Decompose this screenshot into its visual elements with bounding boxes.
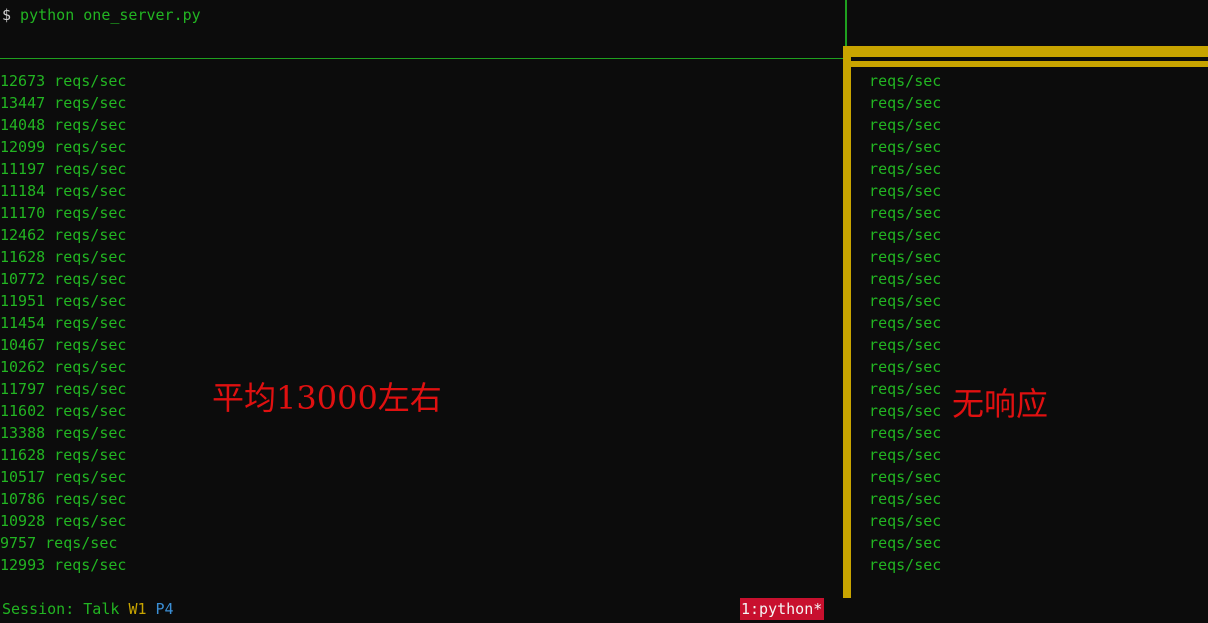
prompt-symbol: $ bbox=[2, 6, 12, 24]
left-annotation: 平均13000左右 bbox=[212, 379, 442, 417]
output-line: 0 reqs/sec bbox=[860, 468, 942, 486]
output-line: 0 reqs/sec bbox=[860, 270, 942, 288]
output-line: 13388 reqs/sec bbox=[0, 424, 127, 442]
output-line: 11951 reqs/sec bbox=[0, 292, 127, 310]
output-line: 0 reqs/sec bbox=[860, 226, 942, 244]
output-line: 11628 reqs/sec bbox=[0, 446, 127, 464]
window-indicator: W1 bbox=[128, 600, 147, 618]
output-line: 11197 reqs/sec bbox=[0, 160, 127, 178]
output-line: 12673 reqs/sec bbox=[0, 72, 127, 90]
output-line: 0 reqs/sec bbox=[860, 358, 942, 376]
output-line: 0 reqs/sec bbox=[860, 512, 942, 530]
output-line: 0 reqs/sec bbox=[860, 182, 942, 200]
output-line: 14048 reqs/sec bbox=[0, 116, 127, 134]
active-pane-border-top bbox=[843, 46, 1208, 57]
output-line: 13447 reqs/sec bbox=[0, 94, 127, 112]
pane-separator-horizontal bbox=[0, 58, 845, 59]
output-line: 0 reqs/sec bbox=[860, 204, 942, 222]
output-line: 0 reqs/sec bbox=[860, 534, 942, 552]
output-line: 0 reqs/sec bbox=[860, 72, 942, 90]
active-pane-border-top-inner bbox=[843, 61, 1208, 67]
output-line: 0 reqs/sec bbox=[860, 556, 942, 574]
output-line: 12993 reqs/sec bbox=[0, 556, 127, 574]
shell-prompt-line: $ python one_server.py bbox=[2, 4, 201, 26]
output-line: 10772 reqs/sec bbox=[0, 270, 127, 288]
active-pane-border-left bbox=[843, 46, 851, 598]
top-pane[interactable]: $ python one_server.py bbox=[0, 0, 845, 58]
output-line: 10467 reqs/sec bbox=[0, 336, 127, 354]
output-line: 10517 reqs/sec bbox=[0, 468, 127, 486]
status-session-info: Session: Talk W1 P4 bbox=[2, 598, 174, 623]
output-line: 0 reqs/sec bbox=[860, 490, 942, 508]
output-line: 11170 reqs/sec bbox=[0, 204, 127, 222]
output-line: 10786 reqs/sec bbox=[0, 490, 127, 508]
output-line: 0 reqs/sec bbox=[860, 160, 942, 178]
right-output-pane[interactable]: 0 reqs/sec 0 reqs/sec 0 reqs/sec 0 reqs/sec… bbox=[860, 70, 1208, 598]
left-output-pane[interactable]: 12673 reqs/sec 13447 reqs/sec 14048 reqs/s… bbox=[0, 70, 843, 598]
output-line: 11628 reqs/sec bbox=[0, 248, 127, 266]
pane-separator-vertical bbox=[845, 0, 847, 48]
output-line: 12099 reqs/sec bbox=[0, 138, 127, 156]
session-label: Session: Talk bbox=[2, 600, 129, 618]
output-line: 0 reqs/sec bbox=[860, 94, 942, 112]
output-line: 12462 reqs/sec bbox=[0, 226, 127, 244]
pane-indicator: P4 bbox=[155, 600, 174, 618]
output-line: 11454 reqs/sec bbox=[0, 314, 127, 332]
shell-command: python one_server.py bbox=[11, 6, 201, 24]
top-right-pane[interactable] bbox=[847, 0, 1208, 46]
output-line: 0 reqs/sec bbox=[860, 446, 942, 464]
output-line: 0 reqs/sec bbox=[860, 424, 942, 442]
window-tab-python[interactable]: 1:python* bbox=[740, 598, 825, 620]
output-line: 0 reqs/sec bbox=[860, 314, 942, 332]
output-line: 11184 reqs/sec bbox=[0, 182, 127, 200]
output-line: 0 reqs/sec bbox=[860, 248, 942, 266]
output-line: 0 reqs/sec bbox=[860, 116, 942, 134]
status-bar: Session: Talk W1 P4 1:python* bbox=[0, 598, 1208, 623]
output-line: 0 reqs/sec bbox=[860, 292, 942, 310]
output-line: 9757 reqs/sec bbox=[0, 534, 118, 552]
output-line: 0 reqs/sec bbox=[860, 138, 942, 156]
output-line: 10262 reqs/sec bbox=[0, 358, 127, 376]
output-line: 0 reqs/sec bbox=[860, 336, 942, 354]
right-annotation: 无响应 bbox=[952, 385, 1049, 423]
output-line: 10928 reqs/sec bbox=[0, 512, 127, 530]
